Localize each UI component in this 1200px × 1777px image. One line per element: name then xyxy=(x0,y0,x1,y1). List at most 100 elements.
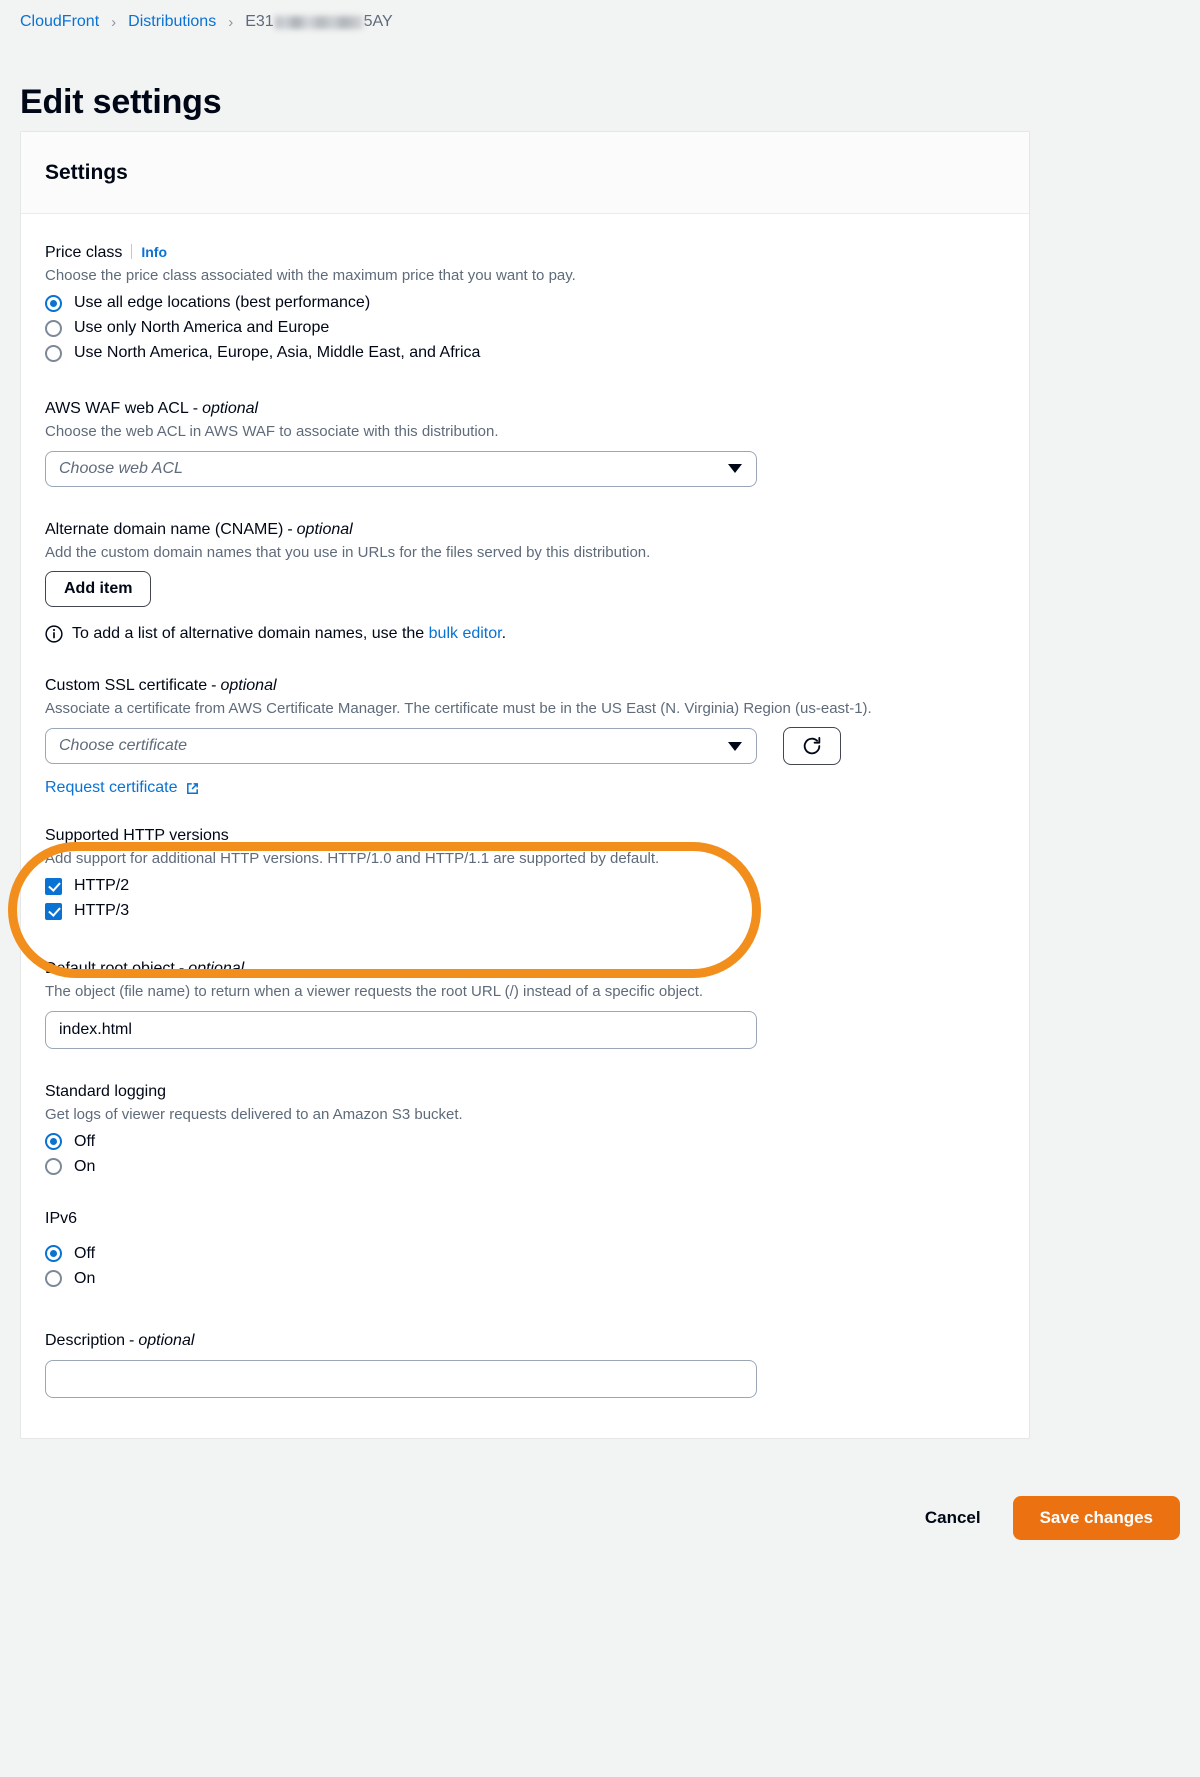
description-label-row: Description - optional xyxy=(45,1332,1005,1350)
bulk-editor-link[interactable]: bulk editor xyxy=(429,625,502,642)
http-versions-label-row: Supported HTTP versions xyxy=(45,827,1005,845)
cname-field: Alternate domain name (CNAME) - optional… xyxy=(45,521,1005,643)
label-divider xyxy=(131,244,133,259)
cname-label: Alternate domain name (CNAME) xyxy=(45,520,284,538)
request-certificate-link[interactable]: Request certificate xyxy=(45,779,200,797)
waf-web-acl-label-row: AWS WAF web ACL - optional xyxy=(45,400,1005,418)
settings-panel-body: Price class Info Choose the price class … xyxy=(21,214,1029,1438)
ssl-select-row: Choose certificate xyxy=(45,727,1005,765)
standard-logging-description: Get logs of viewer requests delivered to… xyxy=(45,1105,463,1123)
http-versions-description: Add support for additional HTTP versions… xyxy=(45,850,660,867)
waf-web-acl-select[interactable]: Choose web ACL xyxy=(45,450,757,487)
breadcrumb-item-cloudfront[interactable]: CloudFront xyxy=(20,13,99,31)
default-root-object-optional-tag: optional xyxy=(188,960,245,978)
radio-indicator[interactable] xyxy=(45,1270,62,1288)
ssl-certificate-select[interactable]: Choose certificate xyxy=(45,728,757,764)
waf-optional-tag: optional xyxy=(202,400,259,418)
default-root-object-label-row: Default root object - optional xyxy=(45,960,1005,978)
default-root-object-input[interactable] xyxy=(45,1010,757,1049)
add-item-button[interactable]: Add item xyxy=(45,570,152,607)
label-dash: - xyxy=(211,676,217,694)
default-root-object-field: Default root object - optional The objec… xyxy=(45,960,1005,1049)
page-title: Edit settings xyxy=(20,82,222,121)
default-root-object-label: Default root object xyxy=(45,960,175,978)
distribution-id-suffix: 5AY xyxy=(363,13,393,30)
radio-indicator[interactable] xyxy=(45,1158,62,1176)
price-class-option-na-eu-asia-me-africa[interactable]: Use North America, Europe, Asia, Middle … xyxy=(45,344,1005,362)
request-certificate-label: Request certificate xyxy=(45,779,178,796)
ipv6-option-label: On xyxy=(74,1269,96,1287)
description-label: Description xyxy=(45,1331,126,1349)
ipv6-label-row: IPv6 xyxy=(45,1210,1005,1228)
ssl-description: Associate a certificate from AWS Certifi… xyxy=(45,699,872,717)
description-input[interactable] xyxy=(45,1359,757,1398)
price-class-info-link[interactable]: Info xyxy=(141,244,167,260)
chevron-down-icon xyxy=(728,741,742,751)
note-prefix: To add a list of alternative domain name… xyxy=(72,624,429,642)
price-class-label-row: Price class Info xyxy=(45,242,1005,262)
http3-label: HTTP/3 xyxy=(74,902,130,920)
price-class-option-na-eu[interactable]: Use only North America and Europe xyxy=(45,319,1005,337)
standard-logging-option-label: Off xyxy=(74,1132,96,1150)
info-circle-icon xyxy=(45,625,63,643)
ipv6-field: IPv6 Off On xyxy=(45,1210,1005,1288)
bulk-editor-note-text: To add a list of alternative domain name… xyxy=(72,625,506,643)
label-dash: - xyxy=(287,520,293,538)
label-dash: - xyxy=(178,960,185,978)
ipv6-label: IPv6 xyxy=(45,1209,78,1227)
checkbox-indicator[interactable] xyxy=(45,902,62,920)
cancel-button[interactable]: Cancel xyxy=(911,1500,995,1536)
ipv6-option-on[interactable]: On xyxy=(45,1270,1005,1288)
ssl-label: Custom SSL certificate xyxy=(45,676,208,694)
cname-label-row: Alternate domain name (CNAME) - optional xyxy=(45,521,1005,539)
standard-logging-label-row: Standard logging xyxy=(45,1083,1005,1101)
price-class-label: Price class xyxy=(45,244,123,261)
save-changes-button[interactable]: Save changes xyxy=(1012,1496,1180,1540)
cname-description: Add the custom domain names that you use… xyxy=(45,543,651,561)
waf-web-acl-field: AWS WAF web ACL - optional Choose the we… xyxy=(45,400,1005,487)
ssl-certificate-select-placeholder: Choose certificate xyxy=(59,737,188,754)
breadcrumb: CloudFront › Distributions › E31 5AY xyxy=(20,10,393,34)
breadcrumb-separator-icon: › xyxy=(228,13,234,31)
http3-checkbox-row[interactable]: HTTP/3 xyxy=(45,902,1005,920)
waf-web-acl-select-placeholder: Choose web ACL xyxy=(59,459,183,477)
settings-panel-header: Settings xyxy=(21,132,1029,214)
radio-indicator[interactable] xyxy=(45,344,62,362)
external-link-icon xyxy=(186,782,198,794)
standard-logging-option-on[interactable]: On xyxy=(45,1158,1005,1176)
price-class-field: Price class Info Choose the price class … xyxy=(45,242,1005,362)
checkbox-indicator[interactable] xyxy=(45,877,62,895)
settings-panel: Settings Price class Info Choose the pri… xyxy=(20,131,1030,1439)
label-dash: - xyxy=(192,400,199,418)
price-class-option-label: Use all edge locations (best performance… xyxy=(74,294,371,312)
ipv6-option-label: Off xyxy=(74,1244,96,1262)
waf-web-acl-label: AWS WAF web ACL xyxy=(45,400,189,418)
price-class-description: Choose the price class associated with t… xyxy=(45,267,576,284)
radio-indicator[interactable] xyxy=(45,1133,62,1151)
http2-checkbox-row[interactable]: HTTP/2 xyxy=(45,877,1005,895)
price-class-option-label: Use only North America and Europe xyxy=(74,319,330,337)
supported-http-versions-field: Supported HTTP versions Add support for … xyxy=(45,827,1005,920)
price-class-option-all-edge[interactable]: Use all edge locations (best performance… xyxy=(45,294,1005,312)
ssl-label-row: Custom SSL certificate - optional xyxy=(45,677,1005,695)
http2-label: HTTP/2 xyxy=(74,877,130,895)
label-dash: - xyxy=(129,1331,135,1349)
cname-optional-tag: optional xyxy=(296,520,353,538)
refresh-certificates-button[interactable] xyxy=(783,727,841,765)
default-root-object-description: The object (file name) to return when a … xyxy=(45,983,704,1001)
breadcrumb-item-distributions[interactable]: Distributions xyxy=(128,13,216,31)
bulk-editor-note: To add a list of alternative domain name… xyxy=(45,625,1005,643)
custom-ssl-certificate-field: Custom SSL certificate - optional Associ… xyxy=(45,677,1005,797)
radio-indicator[interactable] xyxy=(45,319,62,337)
standard-logging-field: Standard logging Get logs of viewer requ… xyxy=(45,1083,1005,1176)
radio-indicator[interactable] xyxy=(45,294,62,312)
form-actions: Cancel Save changes xyxy=(911,1496,1180,1540)
ssl-optional-tag: optional xyxy=(220,676,277,694)
ipv6-option-off[interactable]: Off xyxy=(45,1245,1005,1263)
radio-indicator[interactable] xyxy=(45,1245,62,1263)
redacted-id-region xyxy=(274,15,363,29)
description-field: Description - optional xyxy=(45,1332,1005,1398)
standard-logging-option-off[interactable]: Off xyxy=(45,1133,1005,1151)
